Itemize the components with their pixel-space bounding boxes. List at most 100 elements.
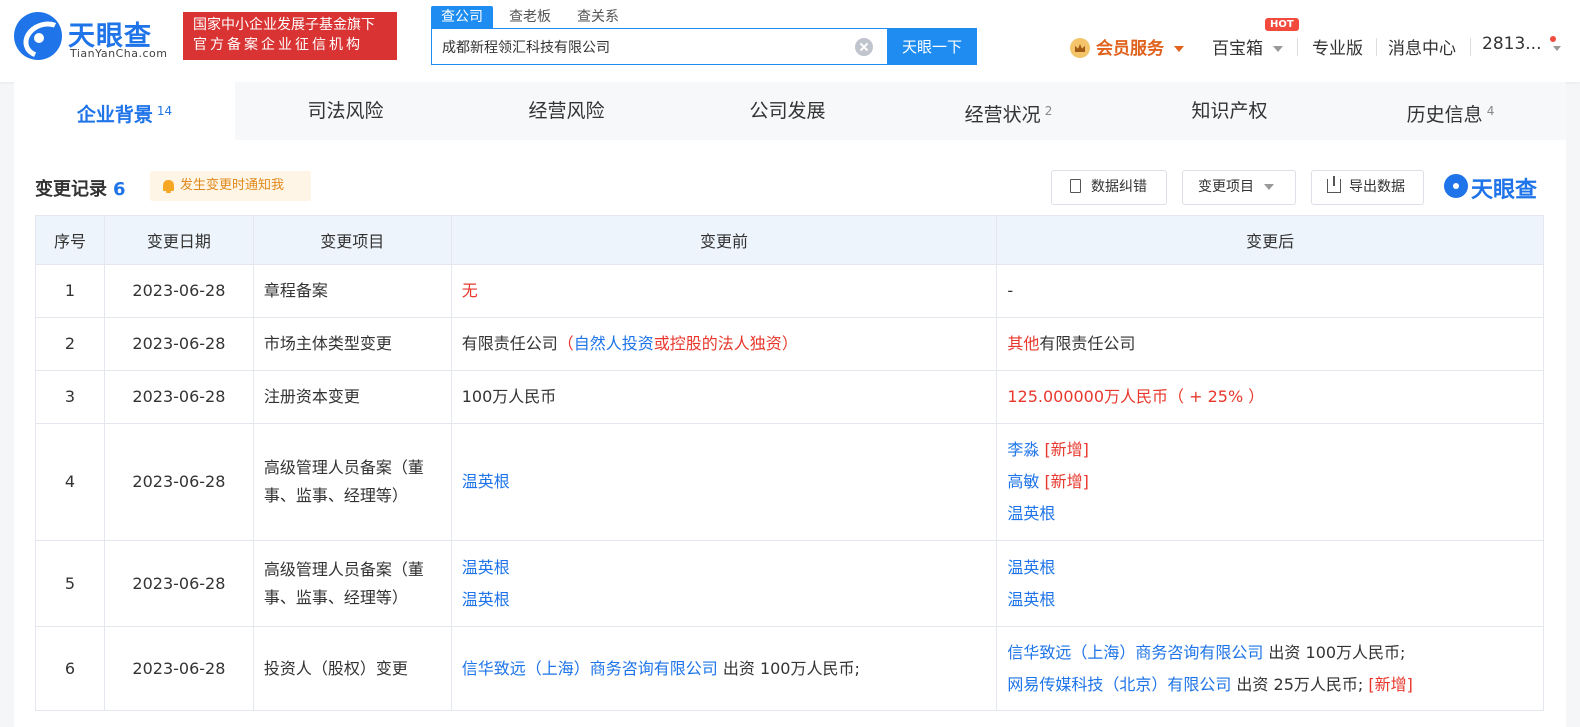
notify-on-change-button[interactable]: 发生变更时通知我 xyxy=(150,171,311,201)
document-icon xyxy=(1070,179,1081,193)
chevron-down-icon[interactable] xyxy=(1553,46,1561,51)
pro-version-link[interactable]: 专业版 xyxy=(1312,34,1363,60)
before-paren: ） xyxy=(781,334,798,353)
table-row: 5 2023-06-28 高级管理人员备案（董事、监事、经理等） 温英根 温英根… xyxy=(35,540,1544,627)
cell-no: 6 xyxy=(35,626,105,711)
export-data-button[interactable]: 导出数据 xyxy=(1311,170,1424,205)
change-records-table: 序号 变更日期 变更项目 变更前 变更后 1 2023-06-28 章程备案 无… xyxy=(35,215,1544,711)
company-link[interactable]: 网易传媒科技（北京）有限公司 xyxy=(1007,675,1231,694)
cell-after: 125.000000万人民币（ + 25% ） xyxy=(996,370,1544,424)
tianyancha-logo[interactable]: 天眼查 TianYanCha.com xyxy=(14,12,174,64)
table-header-row: 序号 变更日期 变更项目 变更前 变更后 xyxy=(35,215,1544,265)
data-correction-button[interactable]: 数据纠错 xyxy=(1051,170,1167,205)
after-text: 有限责任公司 xyxy=(1039,334,1136,353)
tab-count: 4 xyxy=(1486,104,1495,118)
cell-item: 市场主体类型变更 xyxy=(252,317,452,371)
after-value: 125.000000万人民币（ + 25% ） xyxy=(1007,387,1265,406)
official-badge[interactable]: 国家中小企业发展子基金旗下 官方备案企业征信机构 xyxy=(183,12,397,60)
badge-line-2: 官方备案企业征信机构 xyxy=(193,37,363,53)
table-row: 2 2023-06-28 市场主体类型变更 有限责任公司（自然人投资或控股的法人… xyxy=(35,317,1544,371)
section-title-text: 变更记录 xyxy=(35,179,107,200)
top-header: 天眼查 TianYanCha.com 国家中小企业发展子基金旗下 官方备案企业征… xyxy=(0,0,1580,82)
person-link[interactable]: 温英根 xyxy=(1007,584,1533,616)
list-item: 李淼 [新增] xyxy=(1007,434,1533,466)
cell-item: 注册资本变更 xyxy=(252,370,452,424)
tab-company-development[interactable]: 公司发展 xyxy=(677,82,898,140)
list-item: 网易传媒科技（北京）有限公司 出资 25万人民币; [新增] xyxy=(1007,669,1533,701)
tab-label: 公司发展 xyxy=(749,100,826,122)
tab-operation-risk[interactable]: 经营风险 xyxy=(456,82,677,140)
header-item: 变更项目 xyxy=(252,215,452,265)
vip-service-link[interactable]: 会员服务 xyxy=(1096,34,1184,60)
new-tag: [新增] xyxy=(1368,674,1413,694)
cell-after: 信华致远（上海）商务咨询有限公司 出资 100万人民币; 网易传媒科技（北京）有… xyxy=(996,626,1544,711)
cell-before: 温英根 xyxy=(450,423,998,541)
section-title: 变更记录 6 xyxy=(35,175,126,201)
brand-text: 天眼查 xyxy=(1471,178,1538,203)
export-icon xyxy=(1327,176,1341,193)
person-link[interactable]: 温英根 xyxy=(1007,504,1055,523)
cell-no: 1 xyxy=(35,264,105,318)
person-link[interactable]: 高敏 xyxy=(1007,472,1039,491)
person-link[interactable]: 温英根 xyxy=(462,472,510,491)
cell-date: 2023-06-28 xyxy=(103,370,254,424)
after-value: - xyxy=(1007,281,1014,300)
clear-icon[interactable] xyxy=(855,38,873,56)
new-tag: [新增] xyxy=(1044,472,1089,491)
baobao-link[interactable]: 百宝箱 xyxy=(1212,34,1283,60)
before-text: 有限责任公司 xyxy=(461,334,558,353)
search-tab-relation[interactable]: 查关系 xyxy=(567,6,629,28)
company-link[interactable]: 信华致远（上海）商务咨询有限公司 xyxy=(1007,643,1263,662)
logo-eye-icon xyxy=(1444,174,1468,198)
search-tab-boss[interactable]: 查老板 xyxy=(499,6,561,28)
cell-after: - xyxy=(996,264,1544,318)
person-link[interactable]: 李淼 xyxy=(1007,440,1039,459)
user-account-link[interactable]: 2813... xyxy=(1482,34,1541,60)
cell-item: 高级管理人员备案（董事、监事、经理等） xyxy=(252,423,452,541)
change-item-filter[interactable]: 变更项目 xyxy=(1182,170,1296,205)
after-highlight-red: 其他 xyxy=(1007,334,1040,353)
tab-history-info[interactable]: 历史信息 4 xyxy=(1340,82,1561,140)
data-correction-label: 数据纠错 xyxy=(1091,179,1147,195)
tab-label: 知识产权 xyxy=(1191,100,1268,122)
chevron-down-icon xyxy=(1264,184,1274,190)
change-item-label: 变更项目 xyxy=(1198,179,1254,195)
person-link[interactable]: 温英根 xyxy=(1007,552,1533,584)
investment-amount: 出资 100万人民币; xyxy=(1263,642,1406,662)
cell-after: 李淼 [新增] 高敏 [新增] 温英根 xyxy=(996,423,1544,541)
chevron-down-icon xyxy=(1273,46,1283,52)
tab-operation-status[interactable]: 经营状况 2 xyxy=(898,82,1119,140)
header-date: 变更日期 xyxy=(103,215,254,265)
section-count: 6 xyxy=(113,179,126,200)
tab-judicial-risk[interactable]: 司法风险 xyxy=(235,82,456,140)
tab-enterprise-background[interactable]: 企业背景 14 xyxy=(14,82,235,140)
search-tab-company[interactable]: 查公司 xyxy=(431,6,493,28)
tab-label: 司法风险 xyxy=(307,100,384,122)
person-link[interactable]: 温英根 xyxy=(462,584,987,616)
divider xyxy=(1470,38,1471,56)
company-link[interactable]: 信华致远（上海）商务咨询有限公司 xyxy=(462,659,718,678)
header-before: 变更前 xyxy=(450,215,998,265)
tab-label: 历史信息 xyxy=(1406,104,1483,126)
table-row: 4 2023-06-28 高级管理人员备案（董事、监事、经理等） 温英根 李淼 … xyxy=(35,423,1544,541)
search-input[interactable] xyxy=(432,29,852,64)
list-item: 信华致远（上海）商务咨询有限公司 出资 100万人民币; xyxy=(1007,637,1533,669)
notification-dot xyxy=(1550,36,1556,42)
before-value: 无 xyxy=(461,281,478,300)
search-box xyxy=(431,28,887,65)
search-type-tabs: 查公司 查老板 查关系 xyxy=(431,6,635,28)
table-row: 6 2023-06-28 投资人（股权）变更 信华致远（上海）商务咨询有限公司 … xyxy=(35,626,1544,711)
vip-crown-icon xyxy=(1070,38,1090,58)
message-center-link[interactable]: 消息中心 xyxy=(1388,34,1456,60)
cell-before: 有限责任公司（自然人投资或控股的法人独资） xyxy=(450,317,998,371)
person-link[interactable]: 温英根 xyxy=(462,552,987,584)
tab-intellectual-property[interactable]: 知识产权 xyxy=(1119,82,1340,140)
chevron-down-icon xyxy=(1174,46,1184,52)
change-records-panel: 变更记录 6 发生变更时通知我 数据纠错 变更项目 导出数据 天眼查 序号 变更日… xyxy=(14,140,1566,727)
cell-date: 2023-06-28 xyxy=(103,626,254,711)
list-item: 温英根 xyxy=(1007,498,1533,530)
cell-date: 2023-06-28 xyxy=(103,540,254,627)
cell-after: 温英根 温英根 xyxy=(996,540,1544,627)
search-button[interactable]: 天眼一下 xyxy=(887,28,977,65)
cell-item: 高级管理人员备案（董事、监事、经理等） xyxy=(252,540,452,627)
